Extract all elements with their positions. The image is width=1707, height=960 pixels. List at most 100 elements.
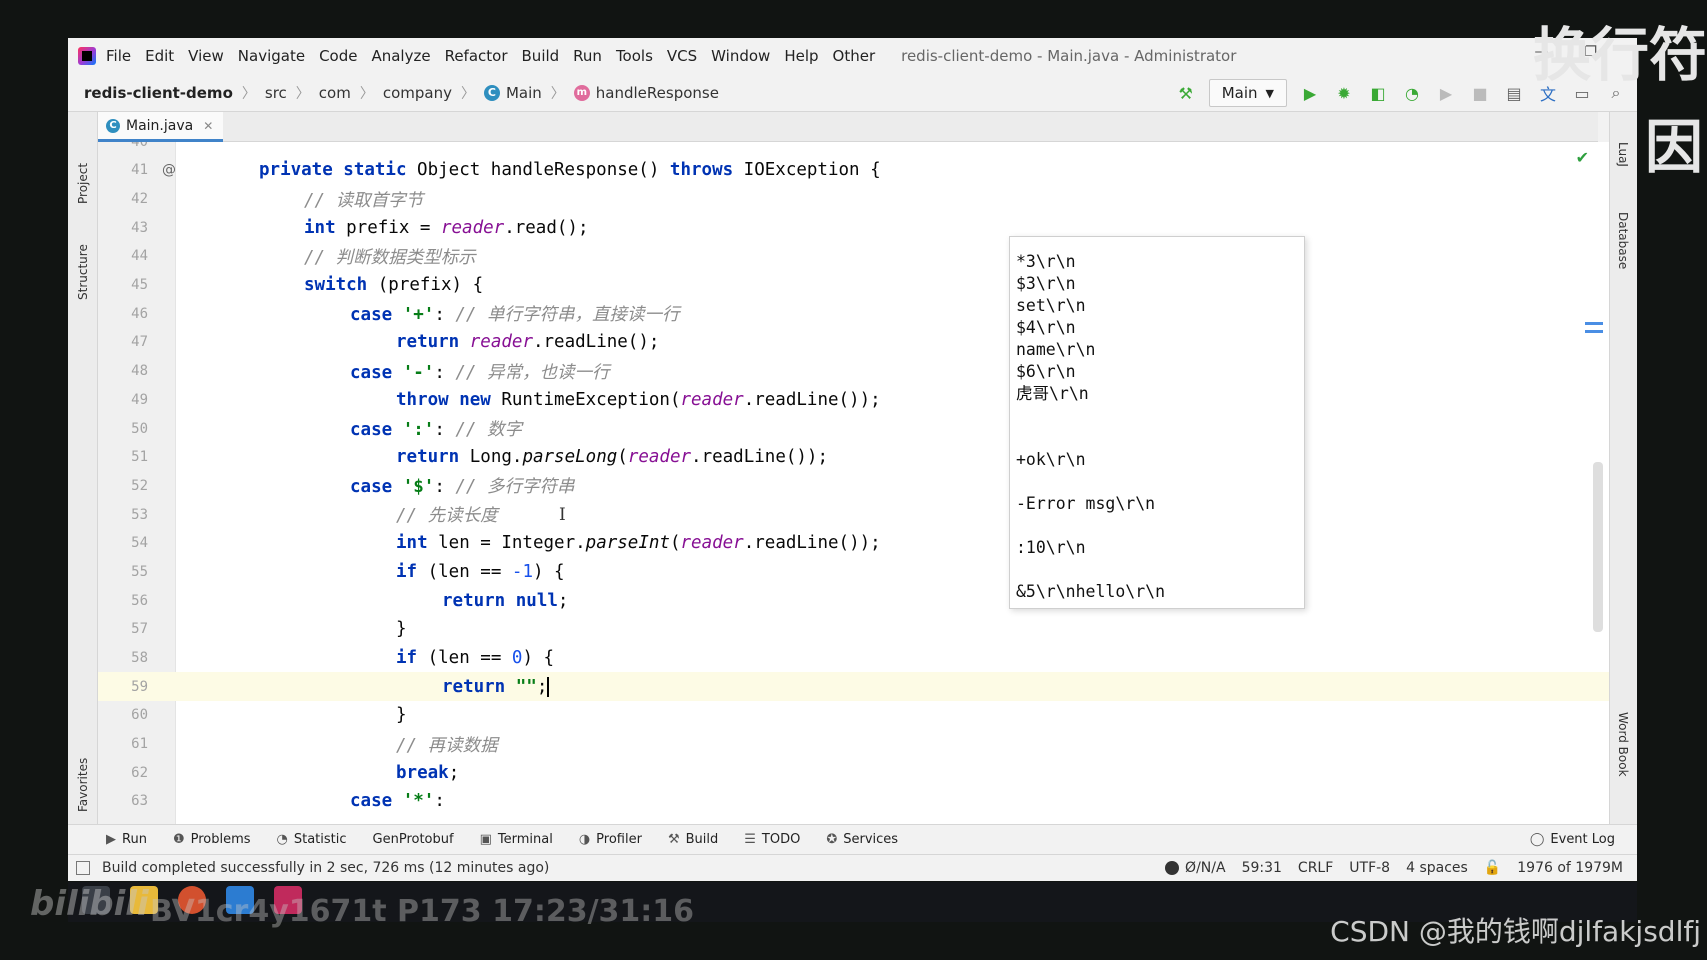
code-token: ; [536,676,548,697]
code-lines: 40 41 @ private static Object handleResp… [98,142,1609,816]
method-icon: m [573,84,590,101]
menu-window[interactable]: Window [711,47,770,65]
vertical-scrollbar[interactable] [1593,462,1603,632]
code-token: "" [515,676,537,697]
breadcrumb-src[interactable]: src [265,84,287,102]
status-panel-icon[interactable] [76,861,90,875]
run-config-label: Main [1221,84,1258,102]
line-number: 43 [131,219,148,236]
line-number: 42 [131,191,148,208]
code-text: throw new RuntimeException(reader.readLi… [396,390,881,410]
run-icon[interactable]: ▶ [1299,82,1321,104]
tool-window-problems[interactable]: ❶ Problems [173,832,251,847]
line-number: 50 [131,420,148,437]
project-tool-button[interactable]: Project [76,163,90,204]
breadcrumb-com[interactable]: com [319,84,351,102]
popup-line: name\r\n [1016,340,1096,359]
tool-window-label: TODO [761,832,801,847]
code-text: case '$': // 多行字符串 [350,473,575,498]
structure-tool-button[interactable]: Structure [76,244,90,300]
csdn-watermark: CSDN @我的钱啊djlfakjsdlfj [1330,915,1701,948]
menu-refactor[interactable]: Refactor [445,47,508,65]
menu-navigate[interactable]: Navigate [238,47,305,65]
code-token: (len == [417,648,512,669]
menu-file[interactable]: File [106,47,131,65]
menu-build[interactable]: Build [522,47,560,65]
file-encoding[interactable]: UTF-8 [1349,860,1390,876]
code-line: 40 [98,142,1609,156]
code-line: 60 } [98,701,1609,730]
menu-help[interactable]: Help [784,47,818,65]
vcs-widget[interactable]: Ø/N/A [1165,860,1226,876]
event-log-button[interactable]: ◯ Event Log [1530,832,1615,847]
rerun-icon[interactable]: ▶ [1435,82,1457,104]
code-token: if [396,561,418,582]
debug-icon[interactable]: ✹ [1333,82,1355,104]
play-icon: ▶ [106,832,116,847]
line-separator[interactable]: CRLF [1298,860,1333,876]
code-line: 42 // 读取首字节 [98,185,1609,214]
tool-window-terminal[interactable]: ▣ Terminal [480,832,553,847]
luaj-tool-button[interactable]: LuaJ [1616,142,1630,167]
list-icon: ☰ [744,832,756,847]
text-caret [547,676,550,697]
menu-tools[interactable]: Tools [616,47,653,65]
favorites-tool-button[interactable]: Favorites [76,758,90,812]
status-message[interactable]: Build completed successfully in 2 sec, 7… [102,860,549,876]
popup-line: +ok\r\n [1016,450,1086,469]
menu-view[interactable]: View [188,47,224,65]
hammer-icon[interactable]: ⚒ [1175,82,1197,104]
indent-setting[interactable]: 4 spaces [1406,860,1468,876]
tool-window-genprotobuf[interactable]: GenProtobuf [373,832,454,847]
tool-window-statistic[interactable]: ◔ Statistic [277,832,347,847]
code-text: } [396,619,407,640]
override-icon[interactable]: @ [162,162,176,178]
code-line: 43 int prefix = reader.read(); [98,213,1609,242]
stop-icon[interactable]: ■ [1469,82,1491,104]
coverage-icon[interactable]: ◧ [1367,82,1389,104]
code-line: 48 case '-': // 异常，也读一行 [98,357,1609,386]
breadcrumb-method[interactable]: m handleResponse [573,84,719,102]
tab-main-java[interactable]: C Main.java ✕ [98,112,224,142]
vcs-label: Ø/N/A [1185,860,1226,876]
popup-line [1016,427,1298,449]
project-structure-icon[interactable]: ▤ [1503,82,1525,104]
tool-window-label: Build [685,832,719,847]
menu-code[interactable]: Code [319,47,357,65]
breadcrumb-company[interactable]: company [383,84,452,102]
tool-window-profiler[interactable]: ◑ Profiler [579,832,642,847]
code-token: ( [669,533,681,554]
word-book-tool-button[interactable]: Word Book [1616,712,1630,777]
profile-icon[interactable]: ◔ [1401,82,1423,104]
close-icon[interactable]: ✕ [203,119,213,133]
code-token: : [434,791,445,812]
code-editor[interactable]: 40 41 @ private static Object handleResp… [98,142,1609,824]
menu-vcs[interactable]: VCS [667,47,697,65]
tool-window-label: Problems [190,832,251,847]
lock-icon[interactable]: 🔓 [1484,860,1501,876]
line-number: 54 [131,535,148,552]
code-token: int [396,533,428,554]
menu-analyze[interactable]: Analyze [371,47,430,65]
memory-indicator[interactable]: 1976 of 1979M [1517,860,1623,876]
code-token: reader [440,217,505,238]
breadcrumb-project[interactable]: redis-client-demo [84,84,233,102]
code-token: // 单行字符串，直接读一行 [455,305,680,326]
inspection-ok-icon[interactable]: ✔ [1576,148,1589,167]
popup-line: -Error msg\r\n [1016,494,1156,513]
caret-position[interactable]: 59:31 [1242,860,1282,876]
tool-window-run[interactable]: ▶ Run [106,832,147,847]
code-token: RuntimeException( [490,389,681,410]
database-tool-button[interactable]: Database [1616,212,1630,269]
menu-other[interactable]: Other [833,47,876,65]
breadcrumb-class[interactable]: C Main [483,84,542,102]
line-number: 53 [131,506,148,523]
run-configuration-select[interactable]: Main ▼ [1208,79,1287,107]
tool-window-services[interactable]: ✪ Services [826,832,898,847]
tool-window-todo[interactable]: ☰ TODO [744,832,800,847]
tool-window-build[interactable]: ⚒ Build [668,832,718,847]
menu-edit[interactable]: Edit [145,47,174,65]
code-token: parseLong [522,447,618,468]
code-token: .read(); [504,217,589,238]
menu-run[interactable]: Run [573,47,602,65]
